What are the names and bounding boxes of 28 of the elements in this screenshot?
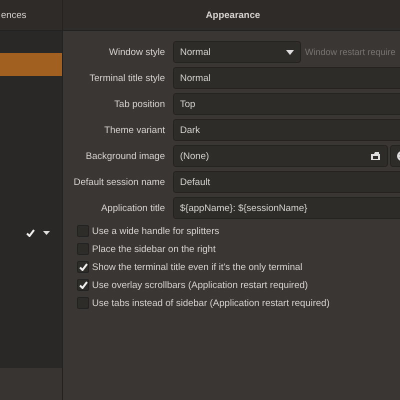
checkbox-label: Use tabs instead of sidebar (Application restart required) xyxy=(92,298,330,308)
setting-label: Window style xyxy=(108,46,165,58)
input-field[interactable]: Normal xyxy=(173,67,400,89)
file-field[interactable]: (None) xyxy=(173,145,388,167)
panel-title: Appearance xyxy=(206,10,260,20)
checkbox[interactable] xyxy=(77,279,89,291)
checkbox[interactable] xyxy=(77,261,89,273)
setting-label: Theme variant xyxy=(103,124,165,136)
setting-label: Default session name xyxy=(72,176,165,188)
setting-label: Tab position xyxy=(113,98,165,110)
checkbox-label: Use overlay scrollbars (Application restart required) xyxy=(92,280,308,290)
folder-icon xyxy=(370,151,381,161)
dropdown[interactable]: Normal xyxy=(173,41,301,63)
input-field[interactable]: Dark xyxy=(173,119,400,141)
checkbox-label: Show the terminal title even if it's the only terminal xyxy=(92,262,302,272)
sidebar-title: ences xyxy=(0,10,26,20)
setting-label: Terminal title style xyxy=(88,72,165,84)
hint-text: Window restart require xyxy=(305,47,396,57)
check-icon[interactable] xyxy=(26,229,35,237)
checkbox-label: Use a wide handle for splitters xyxy=(92,226,220,236)
caret-icon[interactable] xyxy=(43,231,50,235)
checkbox-label: Place the sidebar on the right xyxy=(92,244,216,254)
input-field[interactable]: Top xyxy=(173,93,400,115)
input-field[interactable]: Default xyxy=(173,171,400,193)
setting-label: Application title xyxy=(100,202,165,214)
setting-label: Background image xyxy=(84,150,165,162)
caret-icon xyxy=(286,50,294,54)
input-field[interactable]: ${appName}: ${sessionName} xyxy=(173,197,400,219)
